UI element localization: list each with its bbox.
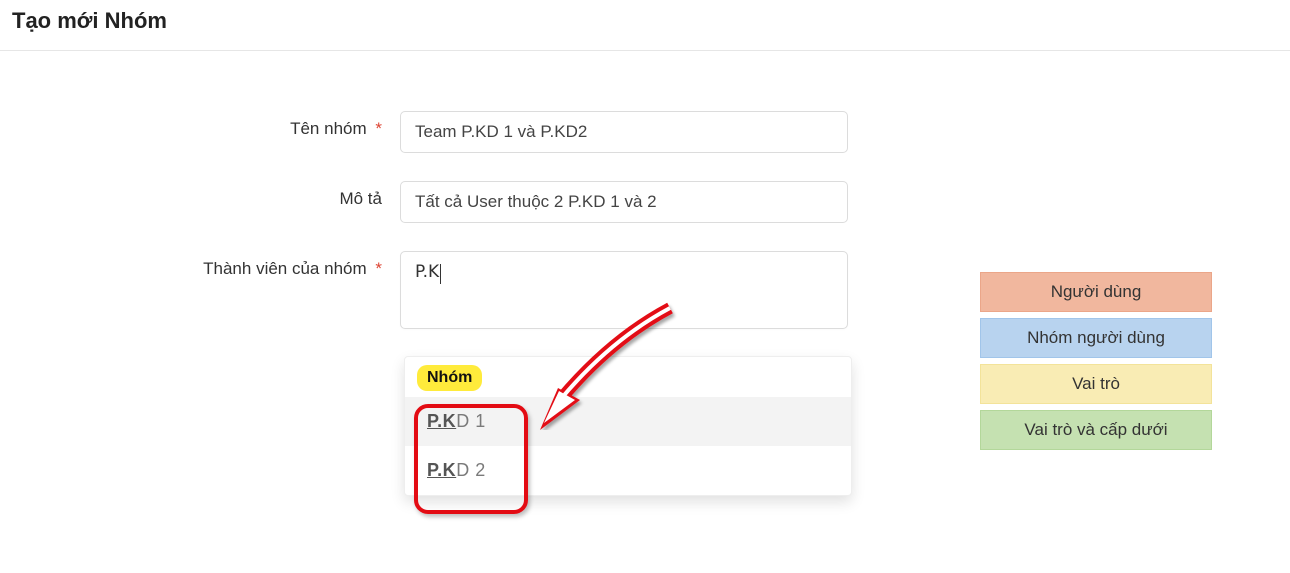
label-members-text: Thành viên của nhóm bbox=[203, 259, 367, 278]
required-mark: * bbox=[375, 119, 382, 138]
dropdown-item-2-rest: D 2 bbox=[456, 460, 486, 480]
members-multiselect[interactable]: P.K bbox=[400, 251, 848, 329]
dropdown-group-header: Nhóm bbox=[417, 365, 482, 391]
dropdown-item-2[interactable]: P.KD 2 bbox=[405, 446, 851, 495]
dropdown-item-1-match: P.K bbox=[427, 411, 456, 431]
row-description: Mô tả bbox=[40, 181, 1290, 223]
side-btn-user[interactable]: Người dùng bbox=[980, 272, 1212, 312]
label-group-name: Tên nhóm * bbox=[40, 111, 400, 139]
members-dropdown: Nhóm P.KD 1 P.KD 2 bbox=[404, 356, 852, 496]
side-button-column: Người dùng Nhóm người dùng Vai trò Vai t… bbox=[980, 272, 1212, 456]
group-name-input[interactable] bbox=[400, 111, 848, 153]
description-input[interactable] bbox=[400, 181, 848, 223]
side-btn-user-group[interactable]: Nhóm người dùng bbox=[980, 318, 1212, 358]
text-caret-icon bbox=[440, 264, 441, 284]
label-description-text: Mô tả bbox=[339, 189, 382, 208]
required-mark: * bbox=[375, 259, 382, 278]
dropdown-item-1-rest: D 1 bbox=[456, 411, 486, 431]
side-btn-role[interactable]: Vai trò bbox=[980, 364, 1212, 404]
label-group-name-text: Tên nhóm bbox=[290, 119, 367, 138]
label-members: Thành viên của nhóm * bbox=[40, 251, 400, 279]
side-btn-role-sub[interactable]: Vai trò và cấp dưới bbox=[980, 410, 1212, 450]
label-description: Mô tả bbox=[40, 181, 400, 209]
row-group-name: Tên nhóm * bbox=[40, 111, 1290, 153]
dropdown-item-1[interactable]: P.KD 1 bbox=[405, 397, 851, 446]
dropdown-item-2-match: P.K bbox=[427, 460, 456, 480]
page-title: Tạo mới Nhóm bbox=[12, 8, 1278, 34]
members-search-text: P.K bbox=[415, 262, 439, 282]
